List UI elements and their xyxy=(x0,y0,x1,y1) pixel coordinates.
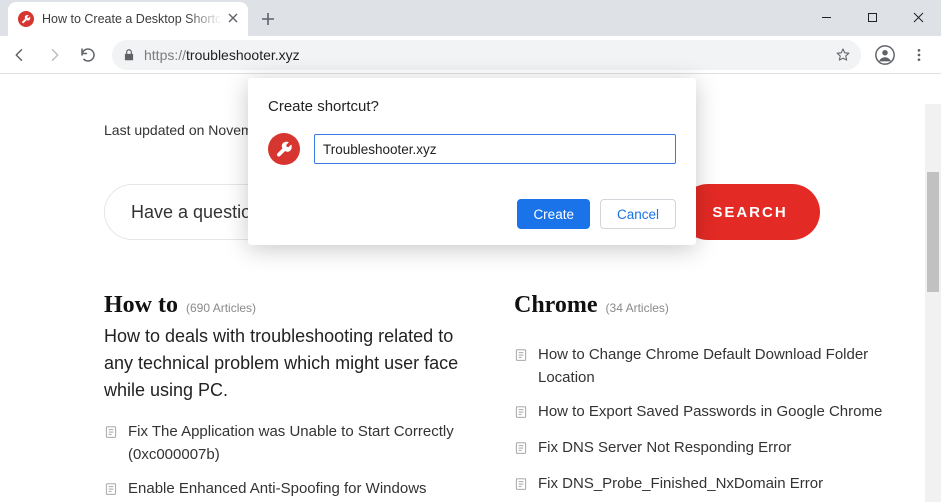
article-link: Fix The Application was Unable to Start … xyxy=(128,420,476,467)
list-item[interactable]: How to Export Saved Passwords in Google … xyxy=(514,400,886,426)
scrollbar-thumb[interactable] xyxy=(927,172,939,292)
search-placeholder: Have a question xyxy=(131,202,261,223)
cancel-button-label: Cancel xyxy=(617,207,659,222)
category-howto: How to (690 Articles) How to deals with … xyxy=(104,292,476,502)
dialog-title: Create shortcut? xyxy=(268,98,676,115)
article-link: Fix DNS Server Not Responding Error xyxy=(538,436,791,459)
tab-title: How to Create a Desktop Shortcu xyxy=(42,12,222,26)
category-description: How to deals with troubleshooting relate… xyxy=(104,323,476,404)
create-button-label: Create xyxy=(533,207,574,222)
tab-strip: How to Create a Desktop Shortcu xyxy=(0,0,941,36)
new-tab-button[interactable] xyxy=(254,5,282,33)
list-item[interactable]: Fix DNS Server Not Responding Error xyxy=(514,436,886,462)
profile-avatar-button[interactable] xyxy=(869,39,901,71)
url-text: https://troubleshooter.xyz xyxy=(144,47,827,63)
window-minimize-button[interactable] xyxy=(803,2,849,32)
search-button[interactable]: SEARCH xyxy=(680,184,820,240)
document-icon xyxy=(104,480,118,502)
category-title[interactable]: Chrome xyxy=(514,292,598,319)
wrench-favicon-icon xyxy=(18,11,34,27)
document-icon xyxy=(514,439,528,462)
create-shortcut-dialog: Create shortcut? Create Cancel xyxy=(248,78,696,245)
category-count: (690 Articles) xyxy=(186,301,256,315)
document-icon xyxy=(514,475,528,498)
reload-button[interactable] xyxy=(72,39,104,71)
window-maximize-button[interactable] xyxy=(849,2,895,32)
category-title[interactable]: How to xyxy=(104,292,178,319)
url-host: troubleshooter.xyz xyxy=(186,47,300,63)
article-link: How to Export Saved Passwords in Google … xyxy=(538,400,882,423)
window-close-button[interactable] xyxy=(895,2,941,32)
kebab-menu-button[interactable] xyxy=(903,39,935,71)
article-link: Enable Enhanced Anti-Spoofing for Window… xyxy=(128,477,427,500)
back-button[interactable] xyxy=(4,39,36,71)
wrench-icon xyxy=(268,133,300,165)
article-link: Fix DNS_Probe_Finished_NxDomain Error xyxy=(538,472,823,495)
article-link: How to Change Chrome Default Download Fo… xyxy=(538,343,886,390)
list-item[interactable]: Fix DNS_Probe_Finished_NxDomain Error xyxy=(514,472,886,498)
address-bar[interactable]: https://troubleshooter.xyz xyxy=(112,40,861,70)
lock-icon xyxy=(122,48,136,62)
url-scheme: https:// xyxy=(144,47,186,63)
browser-tab[interactable]: How to Create a Desktop Shortcu xyxy=(8,2,248,36)
search-button-label: SEARCH xyxy=(712,204,787,221)
vertical-scrollbar[interactable] xyxy=(925,104,941,502)
document-icon xyxy=(514,403,528,426)
bookmark-star-icon[interactable] xyxy=(835,47,851,63)
document-icon xyxy=(514,346,528,369)
category-count: (34 Articles) xyxy=(606,301,669,315)
forward-button[interactable] xyxy=(38,39,70,71)
shortcut-name-input[interactable] xyxy=(314,134,676,164)
list-item[interactable]: Fix The Application was Unable to Start … xyxy=(104,420,476,467)
category-chrome: Chrome (34 Articles) How to Change Chrom… xyxy=(514,292,886,502)
document-icon xyxy=(104,423,118,446)
create-button[interactable]: Create xyxy=(517,199,590,229)
list-item[interactable]: Enable Enhanced Anti-Spoofing for Window… xyxy=(104,477,476,502)
tab-close-icon[interactable] xyxy=(228,12,238,26)
browser-toolbar: https://troubleshooter.xyz xyxy=(0,36,941,74)
cancel-button[interactable]: Cancel xyxy=(600,199,676,229)
list-item[interactable]: How to Change Chrome Default Download Fo… xyxy=(514,343,886,390)
